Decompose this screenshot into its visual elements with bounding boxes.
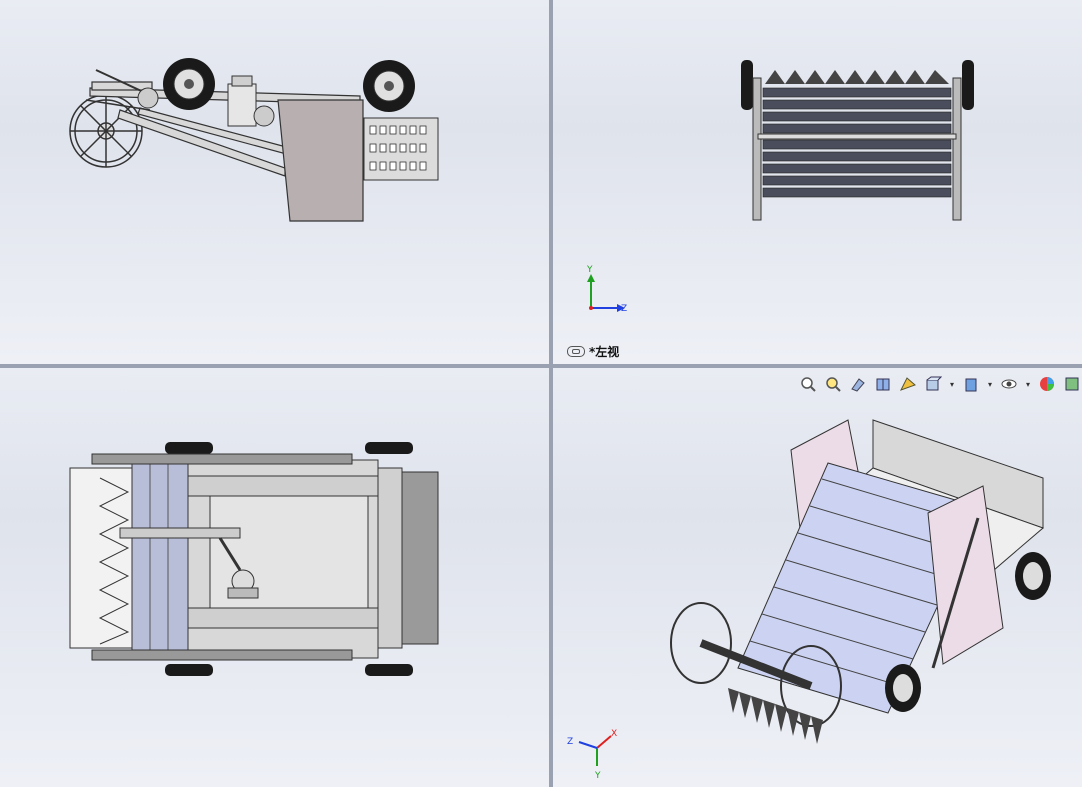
triad-y-label: Y	[586, 265, 593, 275]
top-view-model	[69, 442, 439, 676]
solidworks-four-view-window: Y Z *左视 ▾ ▾ ▾ X Y Z	[0, 0, 1082, 787]
viewport-left[interactable]: Y Z *左视	[553, 0, 1082, 364]
triad-y-label-iso: Y	[594, 771, 601, 781]
viewport-front[interactable]	[0, 0, 549, 364]
view-name-text: *左视	[589, 345, 620, 359]
horizontal-splitter[interactable]	[0, 364, 1082, 368]
triad-x-label: X	[611, 729, 617, 739]
view-name-label: *左视	[567, 343, 619, 360]
triad-z-label: Z	[621, 304, 627, 314]
vertical-splitter[interactable]	[549, 0, 553, 787]
collection-cage	[363, 117, 439, 181]
coordinate-triad-iso: X Y Z	[567, 729, 617, 781]
isometric-view-model: X Y Z	[567, 419, 1051, 781]
link-views-icon[interactable]	[567, 346, 585, 357]
comb-teeth-iso	[728, 688, 823, 744]
spike-row	[765, 70, 949, 84]
left-view-model: Y Z	[586, 60, 974, 314]
reel-wheel	[69, 94, 143, 168]
front-view-model	[69, 58, 439, 222]
triad-z-label-iso: Z	[567, 737, 573, 747]
rear-wheel	[163, 58, 215, 110]
viewport-isometric[interactable]: ▾ ▾ ▾ X Y Z	[553, 368, 1082, 787]
coordinate-triad: Y Z	[586, 265, 627, 314]
front-wheel	[363, 60, 415, 112]
conveyor-slats	[762, 87, 952, 198]
viewport-top[interactable]	[0, 368, 549, 787]
side-panel	[277, 99, 364, 222]
